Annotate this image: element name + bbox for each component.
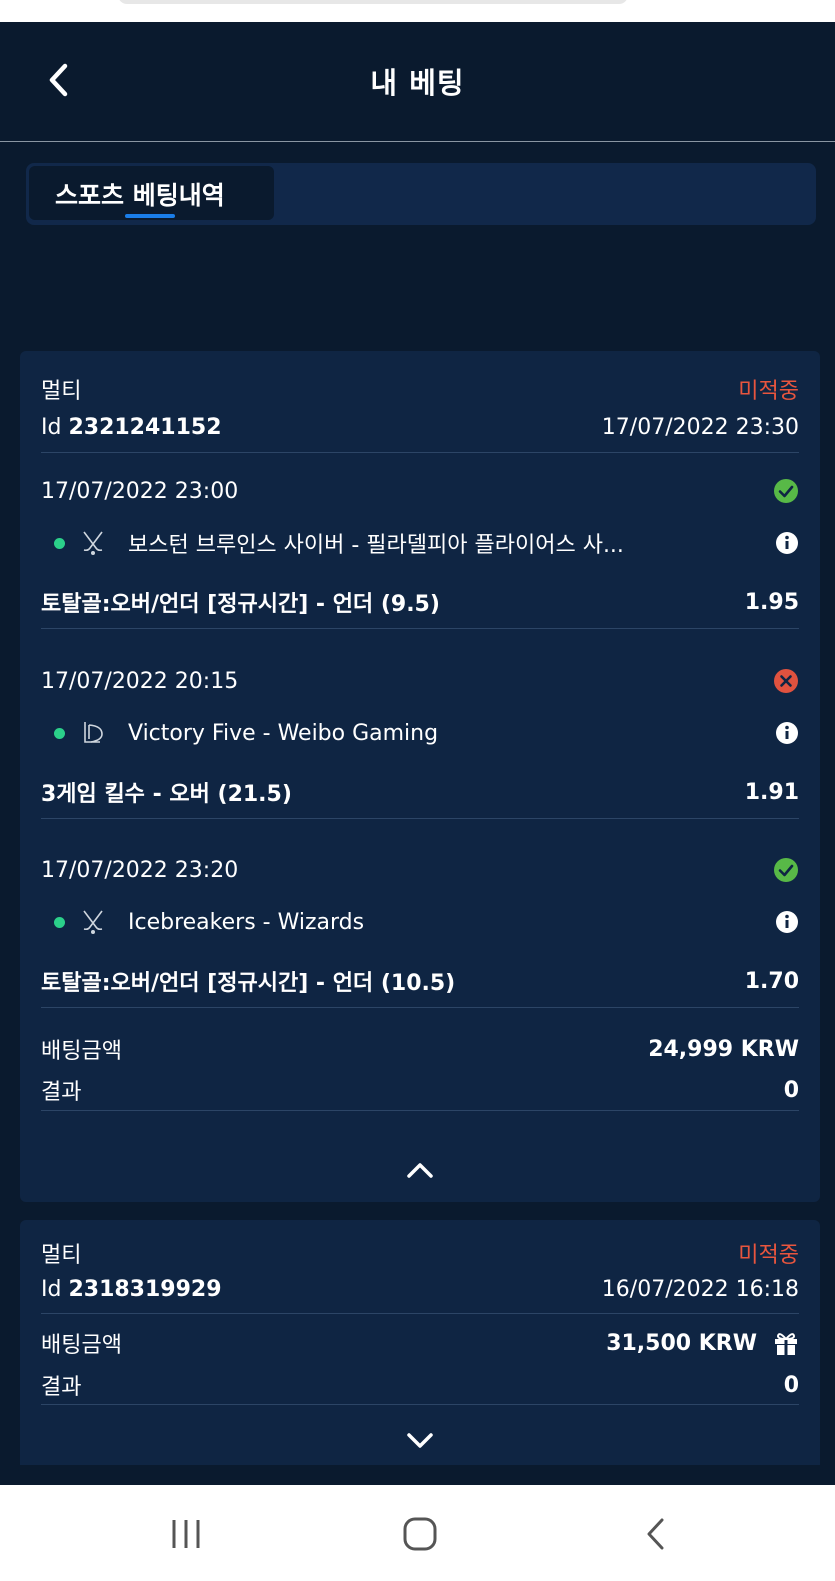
url-bar-remnant bbox=[118, 0, 628, 4]
live-dot bbox=[54, 727, 65, 739]
bet-status: 미적중 bbox=[738, 379, 799, 404]
info-icon[interactable] bbox=[775, 910, 799, 934]
selection-datetime: 17/07/2022 20:15 bbox=[41, 668, 239, 694]
tab-active-indicator bbox=[125, 214, 175, 218]
home-button[interactable] bbox=[390, 1511, 450, 1557]
divider bbox=[41, 1110, 799, 1111]
divider bbox=[41, 1404, 799, 1405]
recent-apps-button[interactable] bbox=[156, 1511, 216, 1557]
selection-match: Icebreakers - Wizards bbox=[128, 909, 365, 935]
check-circle-icon bbox=[774, 479, 798, 503]
stake-label: 배팅금액 bbox=[41, 1333, 122, 1358]
bet-card[interactable]: 멀티 미적중 Id 2321241152 17/07/2022 23:30 17… bbox=[20, 351, 820, 1202]
tab-bar: 스포츠 베팅내역 bbox=[26, 163, 816, 225]
esports-lol-icon bbox=[84, 722, 103, 743]
bet-type: 멀티 bbox=[41, 1243, 82, 1268]
selection-match: 보스턴 브루인스 사이버 - 필라델피아 플라이어스 사... bbox=[128, 533, 624, 558]
page-title: 내 베팅 bbox=[370, 66, 465, 100]
expand-button[interactable] bbox=[400, 1425, 440, 1455]
stake-amount: 24,999 KRW bbox=[648, 1036, 799, 1062]
result-amount: 0 bbox=[783, 1372, 799, 1398]
selection-datetime: 17/07/2022 23:20 bbox=[41, 857, 239, 883]
bet-placed-time: 16/07/2022 16:18 bbox=[601, 1277, 799, 1302]
divider bbox=[41, 1313, 799, 1314]
bet-card[interactable]: 멀티 미적중 Id 2318319929 16/07/2022 16:18 배팅… bbox=[20, 1220, 820, 1465]
selection-match-row[interactable]: 보스턴 브루인스 사이버 - 필라델피아 플라이어스 사... bbox=[41, 527, 799, 559]
divider bbox=[41, 1007, 799, 1008]
recent-apps-icon bbox=[172, 1520, 200, 1548]
tab-sports-bet-history[interactable]: 스포츠 베팅내역 bbox=[29, 166, 274, 220]
divider bbox=[41, 628, 799, 629]
divider bbox=[41, 452, 799, 453]
gift-icon bbox=[775, 1333, 797, 1355]
selection-datetime: 17/07/2022 23:00 bbox=[41, 478, 239, 504]
tab-label: 스포츠 베팅내역 bbox=[55, 181, 225, 210]
result-label: 결과 bbox=[41, 1375, 82, 1400]
live-dot bbox=[54, 916, 65, 928]
info-icon[interactable] bbox=[775, 721, 799, 745]
info-icon[interactable] bbox=[775, 531, 799, 555]
system-nav-bar bbox=[0, 1485, 835, 1581]
check-circle-icon bbox=[774, 858, 798, 882]
divider bbox=[41, 818, 799, 819]
status-bar-area bbox=[0, 0, 835, 22]
back-icon bbox=[647, 1518, 664, 1550]
selection-odds: 1.95 bbox=[744, 589, 799, 615]
hockey-sticks-icon bbox=[83, 531, 103, 555]
selection-match-row[interactable]: Icebreakers - Wizards bbox=[41, 907, 799, 937]
app-header: 내 베팅 bbox=[0, 22, 835, 142]
chevron-down-icon bbox=[407, 1433, 433, 1448]
selection-market: 3게임 킬수 - 오버 (21.5) bbox=[41, 782, 292, 807]
home-icon bbox=[403, 1517, 437, 1551]
selection-market: 토탈골:오버/언더 [정규시간] - 언더 (9.5) bbox=[41, 592, 440, 617]
collapse-button[interactable] bbox=[400, 1155, 440, 1185]
bet-placed-time: 17/07/2022 23:30 bbox=[601, 415, 799, 440]
hockey-sticks-icon bbox=[83, 910, 103, 934]
selection-market: 토탈골:오버/언더 [정규시간] - 언더 (10.5) bbox=[41, 971, 456, 996]
bet-type: 멀티 bbox=[41, 379, 82, 404]
result-label: 결과 bbox=[41, 1080, 82, 1105]
stake-label: 배팅금액 bbox=[41, 1039, 122, 1064]
bet-status: 미적중 bbox=[738, 1243, 799, 1268]
selection-odds: 1.70 bbox=[744, 968, 799, 994]
selection-odds: 1.91 bbox=[744, 779, 799, 805]
x-circle-icon bbox=[774, 669, 798, 693]
bet-id: Id 2318319929 bbox=[41, 1277, 222, 1302]
stake-amount: 31,500 KRW bbox=[606, 1330, 757, 1356]
selection-match: Victory Five - Weibo Gaming bbox=[128, 720, 439, 746]
selection-header: 17/07/2022 20:15 bbox=[41, 668, 799, 694]
system-back-button[interactable] bbox=[625, 1511, 685, 1557]
live-dot bbox=[54, 537, 65, 549]
result-amount: 0 bbox=[783, 1077, 799, 1103]
selection-header: 17/07/2022 23:20 bbox=[41, 857, 799, 883]
chevron-up-icon bbox=[407, 1163, 433, 1178]
selection-header: 17/07/2022 23:00 bbox=[41, 478, 799, 504]
bet-id: Id 2321241152 bbox=[41, 415, 222, 440]
selection-match-row[interactable]: Victory Five - Weibo Gaming bbox=[41, 718, 799, 748]
